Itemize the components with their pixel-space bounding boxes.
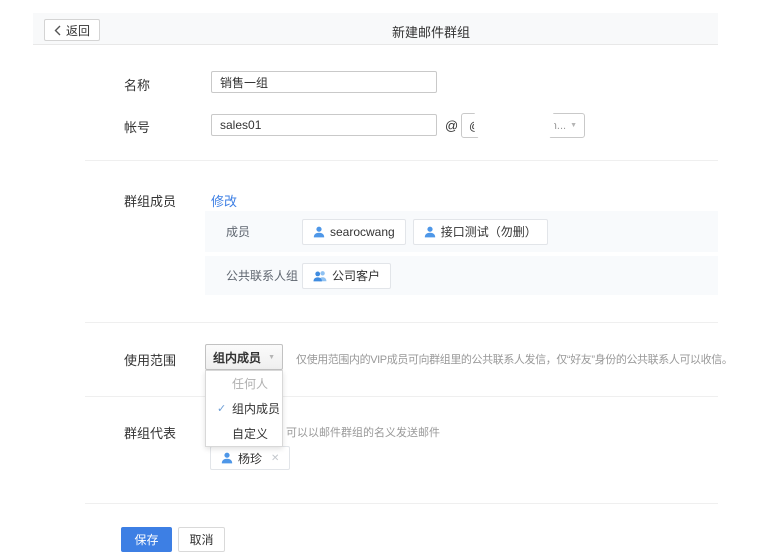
chevron-down-icon: ▼ xyxy=(570,122,577,129)
representative-tag-wrap: 杨珍 ✕ xyxy=(210,446,290,470)
representative-help-text: 可以以邮件群组的名义发送邮件 xyxy=(286,424,440,440)
contact-group-tag-label: 公司客户 xyxy=(332,267,380,284)
save-button[interactable]: 保存 xyxy=(121,527,172,552)
representative-tag[interactable]: 杨珍 ✕ xyxy=(210,446,290,470)
scope-option-anyone[interactable]: 任何人 xyxy=(206,371,282,396)
scope-label: 使用范围 xyxy=(124,350,176,369)
member-tag[interactable]: 接口测试（勿删） xyxy=(413,219,548,245)
scope-option-custom[interactable]: 自定义 xyxy=(206,421,282,446)
divider xyxy=(85,503,718,504)
group-icon xyxy=(313,270,327,282)
member-tag[interactable]: searocwang xyxy=(302,219,406,245)
chevron-down-icon: ▼ xyxy=(268,354,275,361)
person-icon xyxy=(313,226,325,238)
members-section-label: 群组成员 xyxy=(124,191,176,210)
representative-label: 群组代表 xyxy=(124,423,176,442)
modify-link[interactable]: 修改 xyxy=(211,191,237,210)
scope-option-group-members[interactable]: ✓ 组内成员 xyxy=(206,396,282,421)
create-mail-group-page: 返回 新建邮件群组 名称 销售一组 帐号 sales01 @ @ n... ▼ … xyxy=(0,0,762,558)
header-bar xyxy=(33,13,718,45)
scope-select-value: 组内成员 xyxy=(213,349,261,366)
redacted-domain-overlay xyxy=(474,102,554,143)
representative-tag-label: 杨珍 xyxy=(238,450,262,467)
person-icon xyxy=(424,226,436,238)
scope-select[interactable]: 组内成员 ▼ xyxy=(205,344,283,370)
name-input[interactable]: 销售一组 xyxy=(211,71,437,93)
page-title: 新建邮件群组 xyxy=(392,22,470,41)
scope-dropdown-menu: 任何人 ✓ 组内成员 自定义 xyxy=(205,370,283,447)
person-icon xyxy=(221,452,233,464)
remove-icon[interactable]: ✕ xyxy=(271,453,279,464)
divider xyxy=(85,160,718,161)
divider xyxy=(85,396,718,397)
name-input-value: 销售一组 xyxy=(220,74,268,91)
at-symbol: @ xyxy=(445,118,458,133)
back-label: 返回 xyxy=(66,22,90,39)
members-row: 成员 searocwang 接口测试（勿删） xyxy=(205,211,718,252)
members-row-label: 成员 xyxy=(226,223,302,240)
divider xyxy=(85,322,718,323)
account-input-value: sales01 xyxy=(220,118,261,132)
back-button[interactable]: 返回 xyxy=(44,19,100,41)
member-tag-label: searocwang xyxy=(330,225,395,239)
name-label: 名称 xyxy=(124,75,150,94)
member-tag-label: 接口测试（勿删） xyxy=(441,223,537,240)
check-icon: ✓ xyxy=(217,402,232,415)
account-label: 帐号 xyxy=(124,117,150,136)
chevron-left-icon xyxy=(54,25,61,36)
contact-group-row: 公共联系人组 公司客户 xyxy=(205,256,718,295)
scope-help-text: 仅使用范围内的VIP成员可向群组里的公共联系人发信，仅“好友”身份的公共联系人可… xyxy=(296,351,732,367)
contact-group-tag[interactable]: 公司客户 xyxy=(302,263,391,289)
account-input[interactable]: sales01 xyxy=(211,114,437,136)
cancel-button[interactable]: 取消 xyxy=(178,527,225,552)
contact-group-row-label: 公共联系人组 xyxy=(226,267,302,284)
